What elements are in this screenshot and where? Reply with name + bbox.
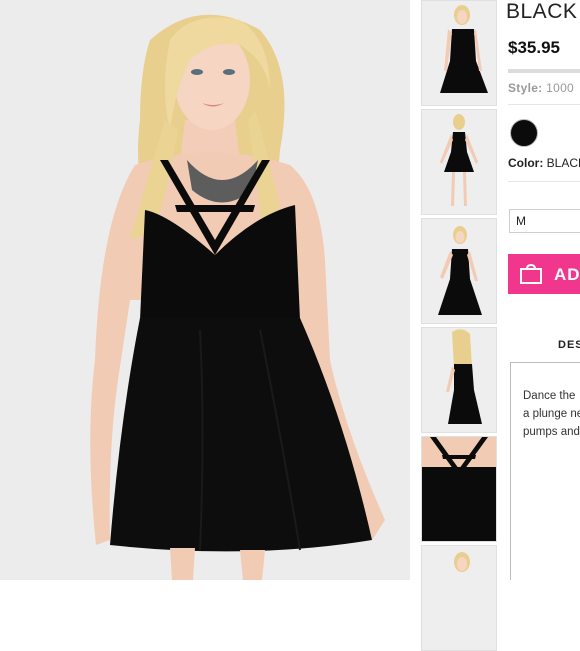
thumb-image — [422, 546, 496, 650]
product-price: $35.95 — [508, 38, 560, 57]
thumb-image — [422, 219, 496, 323]
add-to-bag-button[interactable]: AD — [508, 254, 580, 294]
divider — [508, 69, 580, 73]
color-swatch-black[interactable] — [510, 119, 538, 147]
color-value: BLACK — [546, 156, 580, 170]
description-line: Dance the — [523, 390, 576, 402]
divider — [508, 181, 580, 182]
description-line: a plunge ne — [523, 408, 580, 420]
size-select[interactable]: M — [509, 209, 580, 233]
thumb-image — [422, 328, 496, 432]
tab-description[interactable]: DES — [558, 339, 580, 351]
color-label: Color: — [508, 156, 544, 170]
thumb-image — [422, 437, 496, 541]
thumb-image — [422, 110, 496, 214]
description-text: Dance the a plunge ne pumps and — [523, 387, 580, 441]
shopping-bag-icon — [520, 264, 542, 284]
color-row: Color: BLACK — [508, 156, 580, 170]
thumbnail-list — [410, 0, 502, 651]
product-title: BLACK — [506, 0, 578, 23]
thumb-back-view[interactable] — [421, 327, 497, 433]
size-selected-value: M — [516, 214, 526, 228]
divider — [508, 104, 580, 105]
model-photo — [0, 0, 410, 580]
thumb-full-length-view[interactable] — [421, 109, 497, 215]
thumb-image — [422, 1, 496, 105]
style-value: 1000 — [546, 81, 575, 95]
product-info-panel: BLACK $35.95 Style: 1000 Color: BLACK M … — [502, 0, 580, 580]
add-to-bag-label: AD — [554, 265, 580, 284]
thumb-side-view[interactable] — [421, 218, 497, 324]
description-panel: Dance the a plunge ne pumps and — [510, 362, 580, 580]
style-row: Style: 1000 — [508, 81, 574, 95]
main-product-image[interactable] — [0, 0, 410, 580]
description-line: pumps and — [523, 426, 580, 438]
thumb-extra-view[interactable] — [421, 545, 497, 651]
thumb-front-view[interactable] — [421, 0, 497, 106]
style-label: Style: — [508, 81, 543, 95]
thumb-detail-view[interactable] — [421, 436, 497, 542]
